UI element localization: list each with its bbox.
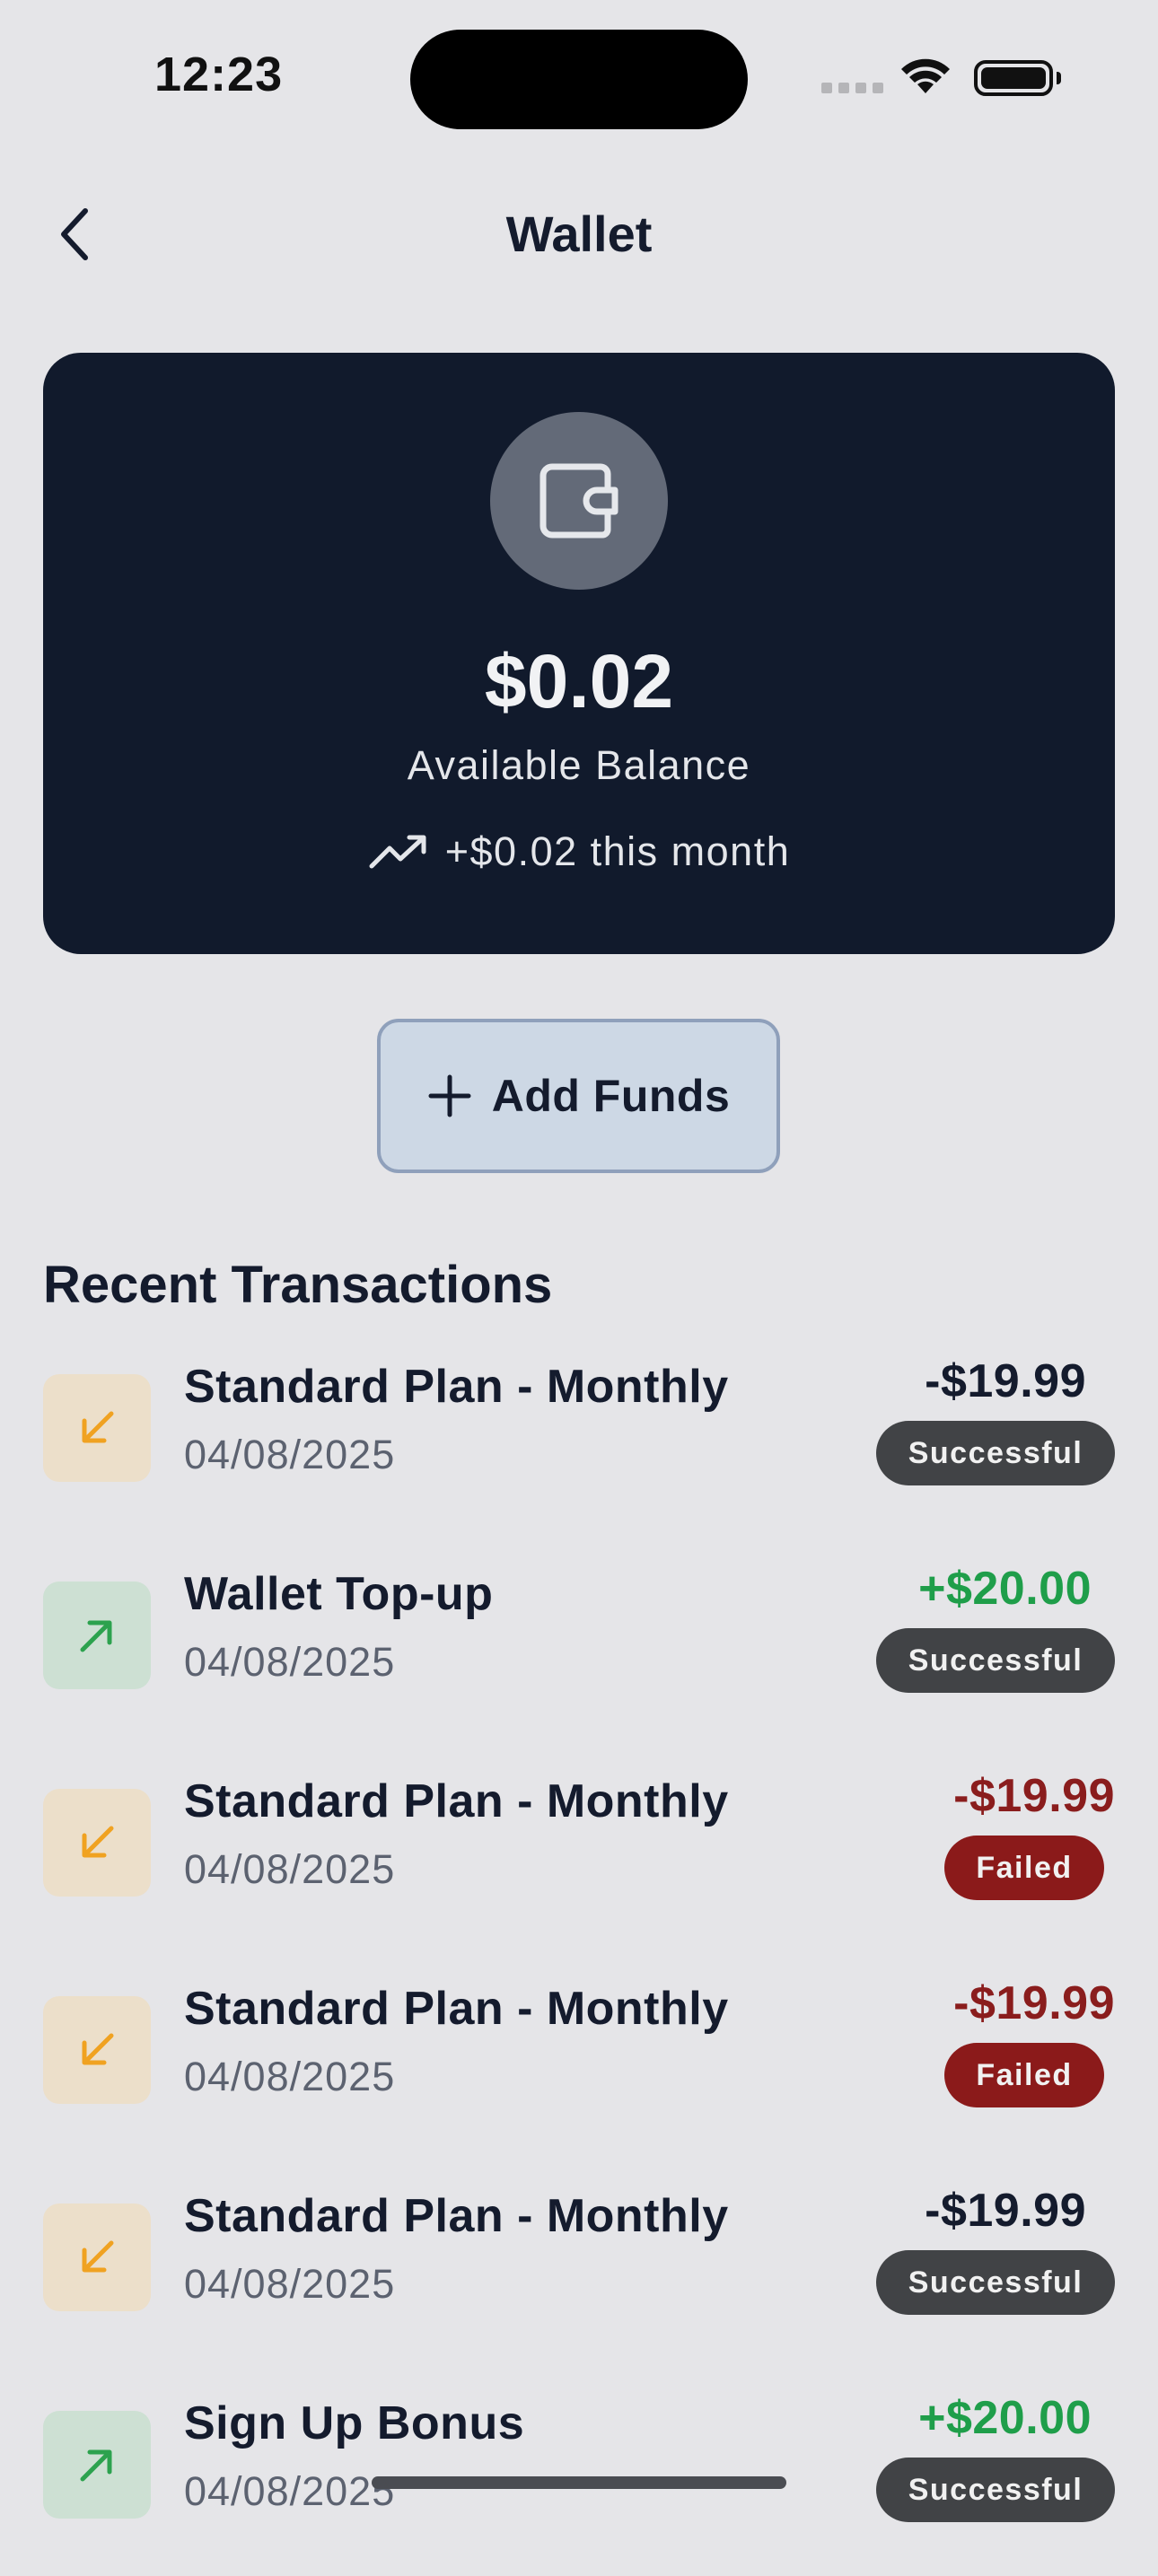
transaction-date: 04/08/2025 bbox=[184, 2468, 396, 2514]
wallet-icon-container bbox=[490, 412, 668, 590]
transaction-icon bbox=[43, 2204, 151, 2311]
transaction-title: Standard Plan - Monthly bbox=[184, 1983, 729, 2035]
transaction-row[interactable]: Standard Plan - Monthly 04/08/2025 -$19.… bbox=[43, 2185, 1115, 2369]
transaction-date: 04/08/2025 bbox=[184, 2261, 396, 2307]
transaction-date: 04/08/2025 bbox=[184, 1846, 396, 1892]
add-funds-label: Add Funds bbox=[491, 1071, 731, 1121]
transaction-amount: +$20.00 bbox=[918, 1563, 1092, 1615]
battery-icon bbox=[974, 60, 1053, 96]
status-badge: Successful bbox=[876, 1628, 1115, 1693]
balance-card: $0.02 Available Balance +$0.02 this mont… bbox=[43, 353, 1115, 954]
transaction-row[interactable]: Standard Plan - Monthly 04/08/2025 -$19.… bbox=[43, 1977, 1115, 2161]
transaction-amount: +$20.00 bbox=[918, 2392, 1092, 2444]
transaction-icon bbox=[43, 1996, 151, 2104]
transaction-title: Standard Plan - Monthly bbox=[184, 1775, 729, 1827]
transaction-title: Standard Plan - Monthly bbox=[184, 1361, 729, 1413]
status-badge: Failed bbox=[944, 2043, 1104, 2107]
transaction-title: Standard Plan - Monthly bbox=[184, 2190, 729, 2242]
status-badge: Successful bbox=[876, 1421, 1115, 1485]
transaction-row[interactable]: Wallet Top-up 04/08/2025 +$20.00 Success… bbox=[43, 1563, 1115, 1747]
transaction-row[interactable]: Standard Plan - Monthly 04/08/2025 -$19.… bbox=[43, 1355, 1115, 1539]
status-time: 12:23 bbox=[154, 48, 284, 101]
plus-icon bbox=[428, 1074, 471, 1117]
balance-amount: $0.02 bbox=[484, 639, 674, 723]
transaction-title: Sign Up Bonus bbox=[184, 2397, 525, 2449]
arrow-down-left-icon bbox=[82, 1826, 114, 1858]
arrow-down-left-icon bbox=[82, 2240, 114, 2273]
arrow-down-left-icon bbox=[82, 1411, 114, 1443]
recent-transactions-heading: Recent Transactions bbox=[43, 1256, 553, 1314]
arrow-up-right-icon bbox=[80, 2449, 112, 2482]
add-funds-button[interactable]: Add Funds bbox=[377, 1019, 780, 1173]
page-title: Wallet bbox=[505, 206, 653, 262]
arrow-up-right-icon bbox=[80, 1620, 112, 1652]
transaction-date: 04/08/2025 bbox=[184, 1432, 396, 1477]
transaction-icon bbox=[43, 1789, 151, 1897]
transaction-row[interactable]: Standard Plan - Monthly 04/08/2025 -$19.… bbox=[43, 1770, 1115, 1954]
transaction-icon bbox=[43, 1582, 151, 1689]
battery-cap bbox=[1057, 72, 1061, 84]
status-badge: Successful bbox=[876, 2458, 1115, 2522]
transaction-icon bbox=[43, 1374, 151, 1482]
trending-up-icon bbox=[369, 835, 426, 869]
cellular-signal-icon bbox=[821, 83, 883, 93]
transaction-date: 04/08/2025 bbox=[184, 2054, 396, 2099]
arrow-down-left-icon bbox=[82, 2033, 114, 2065]
transaction-amount: -$19.99 bbox=[953, 1770, 1115, 1822]
transaction-amount: -$19.99 bbox=[925, 2185, 1086, 2237]
transaction-amount: -$19.99 bbox=[925, 1355, 1086, 1407]
status-badge: Failed bbox=[944, 1836, 1104, 1900]
wallet-icon bbox=[540, 463, 618, 539]
transaction-icon bbox=[43, 2411, 151, 2519]
status-badge: Successful bbox=[876, 2250, 1115, 2315]
balance-trend-text: +$0.02 this month bbox=[444, 828, 791, 874]
balance-trend: +$0.02 this month bbox=[43, 828, 1115, 875]
transaction-date: 04/08/2025 bbox=[184, 1639, 396, 1685]
dynamic-island bbox=[410, 30, 748, 129]
transaction-title: Wallet Top-up bbox=[184, 1568, 494, 1620]
transaction-amount: -$19.99 bbox=[953, 1977, 1115, 2029]
home-indicator[interactable] bbox=[372, 2476, 786, 2489]
balance-label: Available Balance bbox=[407, 742, 751, 788]
wifi-icon bbox=[901, 58, 950, 93]
